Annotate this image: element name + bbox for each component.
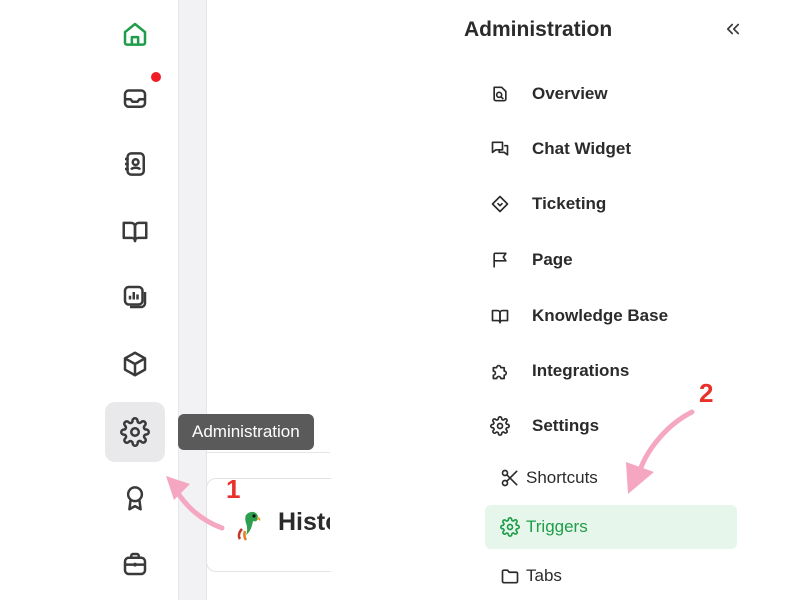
- knowledge-button[interactable]: [105, 201, 165, 261]
- administration-tooltip: Administration: [178, 414, 314, 450]
- folder-icon: [501, 569, 519, 584]
- nav-label: Knowledge Base: [532, 306, 669, 325]
- book-icon: [491, 309, 509, 324]
- collapse-panel-button[interactable]: [722, 18, 744, 40]
- inbox-icon: [123, 89, 147, 108]
- scissors-icon: [501, 469, 518, 487]
- notification-dot: [151, 72, 161, 82]
- box-icon: [123, 351, 147, 377]
- home-icon: [123, 22, 147, 46]
- apps-button[interactable]: [105, 334, 165, 394]
- nav-label: Chat Widget: [532, 139, 632, 158]
- gear-icon: [490, 416, 510, 436]
- gear-icon: [500, 517, 520, 537]
- subnav-label: Triggers: [526, 517, 588, 536]
- nav-item-page[interactable]: Page: [484, 238, 736, 282]
- nav-item-settings[interactable]: Settings: [484, 404, 736, 448]
- reports-icon: [123, 285, 147, 309]
- page-title: Histo: [278, 508, 330, 536]
- briefcase-icon: [123, 552, 147, 576]
- contacts-icon: [125, 152, 145, 176]
- content-gutter: [179, 0, 206, 600]
- subnav-label: Tabs: [526, 566, 562, 585]
- book-icon: [122, 221, 148, 243]
- panel-title: Administration: [464, 18, 613, 41]
- nav-item-ticketing[interactable]: Ticketing: [484, 182, 736, 226]
- nav-label: Page: [532, 250, 573, 269]
- nav-item-chat-widget[interactable]: Chat Widget: [484, 127, 736, 171]
- tools-button[interactable]: [105, 534, 165, 594]
- subnav-item-triggers[interactable]: Triggers: [485, 505, 737, 549]
- nav-label: Settings: [532, 416, 600, 435]
- ticket-icon: [491, 195, 509, 213]
- gear-icon: [120, 417, 150, 447]
- award-icon: [126, 486, 144, 511]
- subnav-label: Shortcuts: [526, 468, 598, 487]
- contacts-button[interactable]: [105, 134, 165, 194]
- subnav-item-tabs[interactable]: Tabs: [485, 554, 737, 598]
- overview-icon: [493, 86, 507, 102]
- step-1-label: 1: [226, 474, 241, 504]
- nav-label: Overview: [532, 84, 608, 103]
- content-divider: [207, 452, 330, 453]
- icon-rail: [0, 0, 178, 600]
- double-chevron-left-icon: [726, 23, 740, 35]
- nav-item-knowledge-base[interactable]: Knowledge Base: [484, 294, 736, 338]
- nav-item-overview[interactable]: Overview: [484, 72, 736, 116]
- nav-label: Ticketing: [532, 194, 607, 213]
- puzzle-icon: [492, 364, 508, 380]
- home-button[interactable]: [105, 4, 165, 64]
- subnav-item-shortcuts[interactable]: Shortcuts: [485, 456, 737, 500]
- achievements-button[interactable]: [105, 468, 165, 528]
- administration-button[interactable]: [105, 402, 165, 462]
- reports-button[interactable]: [105, 267, 165, 327]
- flag-icon: [493, 252, 507, 268]
- parrot-icon: [237, 511, 261, 541]
- step-2-label: 2: [699, 378, 714, 408]
- chat-icon: [491, 141, 509, 156]
- nav-label: Integrations: [532, 361, 630, 380]
